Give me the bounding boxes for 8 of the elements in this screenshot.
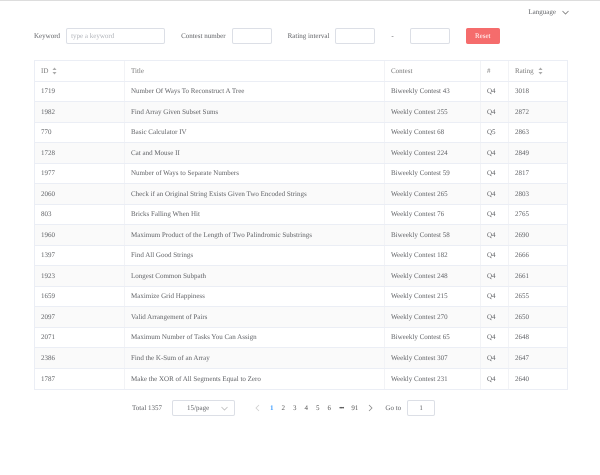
rating-max-field[interactable] (410, 28, 450, 44)
sort-icon[interactable] (52, 66, 58, 75)
chevron-icon (562, 10, 569, 14)
contest-number-field[interactable] (232, 28, 272, 44)
sort-icon[interactable] (538, 66, 543, 75)
rating-min-field[interactable] (335, 28, 376, 44)
next-page-icon[interactable] (368, 404, 374, 412)
chevron-icon (221, 406, 228, 410)
